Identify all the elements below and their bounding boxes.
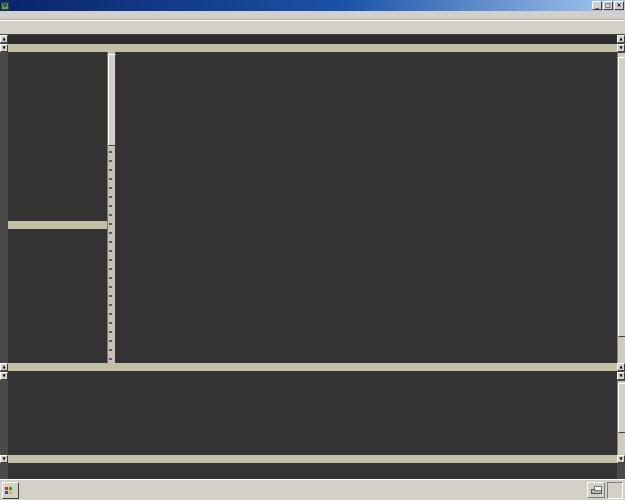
windows-flag-icon	[5, 487, 12, 494]
code-statusline[interactable]	[115, 363, 617, 371]
scroll-up-button[interactable]: ▲	[0, 363, 8, 371]
taskbar	[0, 479, 625, 500]
titlebar[interactable]: V _ □ ×	[0, 0, 625, 11]
scroll-down-button[interactable]: ▼	[0, 44, 8, 52]
scrollbar-track[interactable]	[617, 53, 625, 363]
scroll-down-button[interactable]: ▼	[0, 372, 8, 380]
scroll-up-button[interactable]: ▲	[617, 363, 625, 371]
file-explorer-pane	[8, 52, 107, 221]
printer-icon	[591, 489, 602, 494]
command-line[interactable]	[8, 463, 617, 479]
vim-area: ▲ ▼ ▲ ▼ ▼ ▲ ▼ ▲ ▼ ▼	[0, 35, 625, 479]
code-window-scrollbar[interactable]	[107, 52, 115, 363]
scroll-down-button[interactable]: ▼	[617, 372, 625, 380]
scroll-down-button[interactable]: ▼	[0, 455, 8, 463]
scrollbar-thumb[interactable]	[618, 383, 625, 433]
left-scrollbar-column: ▲ ▼ ▲ ▼ ▼	[0, 35, 8, 479]
restore-button[interactable]: □	[603, 1, 613, 10]
right-scrollbar-column: ▲ ▼ ▲ ▼ ▼	[617, 35, 625, 479]
close-button[interactable]: ×	[614, 1, 624, 10]
scrollbar-thumb[interactable]	[108, 54, 116, 146]
quickfix-pane	[8, 371, 617, 455]
scroll-up-button[interactable]: ▲	[0, 35, 8, 43]
vim-app-icon: V	[1, 2, 9, 10]
menubar	[0, 11, 625, 20]
file-list-statusline[interactable]	[8, 221, 107, 229]
scroll-down-button[interactable]: ▼	[617, 455, 625, 463]
scrollbar-thumb[interactable]	[618, 57, 625, 337]
taglist-pane	[8, 229, 107, 363]
code-pane	[115, 52, 617, 363]
minibufexplorer-line[interactable]	[8, 35, 617, 44]
scrollbar-track[interactable]	[617, 381, 625, 455]
system-tray	[607, 482, 623, 499]
taglist-statusline[interactable]	[8, 363, 115, 371]
toolbar	[0, 20, 625, 35]
scroll-down-button[interactable]: ▼	[617, 44, 625, 52]
scroll-up-button[interactable]: ▲	[617, 35, 625, 43]
printer-tray-button[interactable]	[587, 482, 605, 498]
quickfix-statusline[interactable]	[8, 455, 617, 463]
start-button[interactable]	[2, 482, 19, 499]
minibufexplorer-statusline[interactable]	[8, 44, 617, 52]
minimize-button[interactable]: _	[592, 1, 602, 10]
gvim-window: V _ □ ×	[0, 0, 625, 500]
